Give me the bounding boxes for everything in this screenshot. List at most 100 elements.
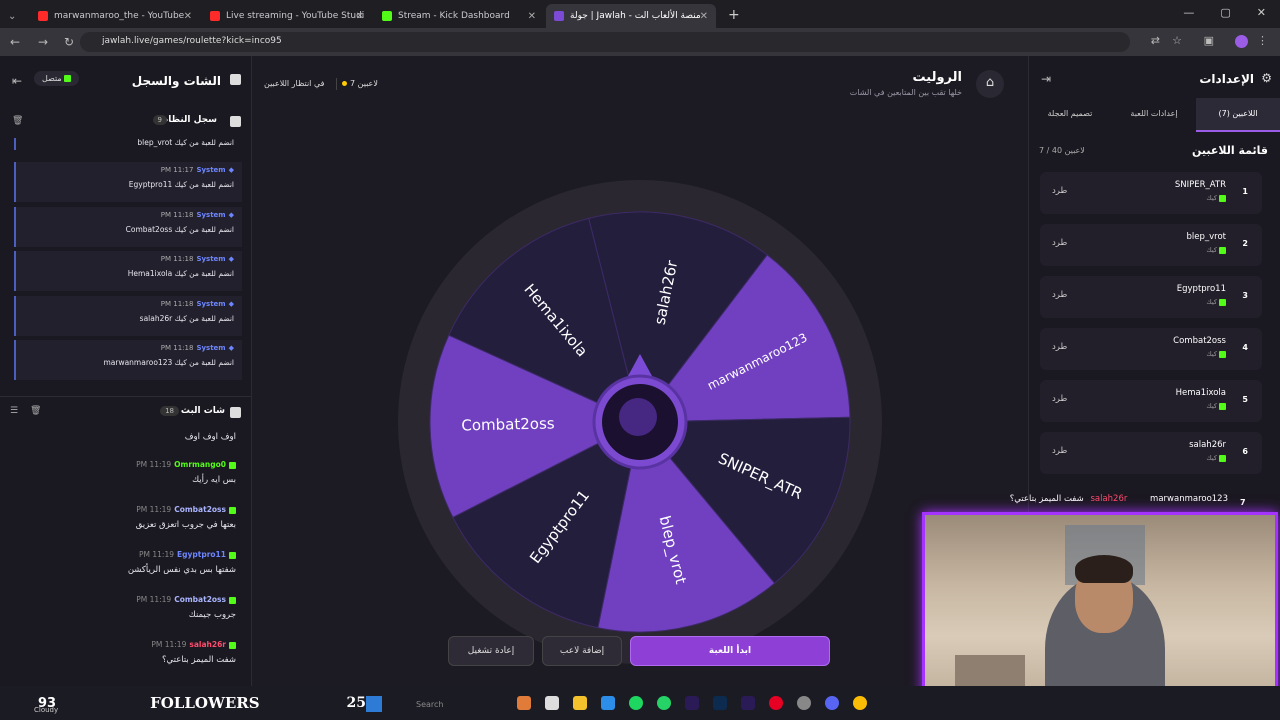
message-text: marwanmaroo123 انضم للعبة من كيك [103,358,234,367]
close-icon[interactable]: ✕ [528,11,536,22]
message-time: PM 11:17 [160,166,194,174]
chat-messages: PM 11:19 Omrmango0 بس ايه رأيك PM 11:19 Com… [0,460,252,685]
add-player-button[interactable]: إضافة لاعب [542,636,622,666]
close-icon[interactable]: ✕ [184,11,192,22]
system-log-list: PM 11:17 System ◆ Egyptpro11 انضم للعبة من … [14,162,242,385]
app-icon[interactable] [545,696,559,710]
message-user: System [196,210,226,219]
message-time: PM 11:19 [136,460,172,469]
players-count-text: 7 لاعبين [350,79,378,88]
forward-icon[interactable]: → [38,35,52,49]
system-message: PM 11:18 System ◆ Hema1ixola انضم للعبة من … [14,251,242,291]
message-user: Combat2oss [174,595,226,604]
spotify-icon[interactable] [629,696,643,710]
url-text: jawlah.live/games/roulette?kick=inco95 [102,36,282,46]
system-log-count: 9 [152,115,167,125]
system-message-partial: blep_vrot انضم للعبة من كيك [14,138,242,150]
tab-kick-dashboard[interactable]: Stream - Kick Dashboard ✕ [374,4,544,28]
tab-youtube-studio[interactable]: Live streaming - YouTube Studi ✕ [202,4,372,28]
tab-wheel-design[interactable]: تصميم العجلة [1028,98,1112,132]
profile-avatar[interactable] [1235,35,1248,48]
player-name: Egyptpro11 [1176,284,1226,294]
roulette-wheel[interactable]: salah26rmarwanmaroo123SNIPER_ATRblep_vro… [252,106,1028,666]
chat-message-partial: اوف اوف اوف [184,432,236,442]
app-icon[interactable] [797,696,811,710]
kick-icon [229,596,236,604]
whatsapp-icon[interactable] [657,696,671,710]
address-bar: ← → ↻ jawlah.live/games/roulette?kick=in… [0,28,1280,56]
settings-title: الإعدادات [1199,72,1254,86]
menu-icon[interactable]: ⋮ [1257,34,1268,47]
edge-icon[interactable] [601,696,615,710]
tab-players[interactable]: اللاعبين (7) [1196,98,1280,132]
player-name: SNIPER_ATR [1174,180,1226,190]
panel-title: الشات والسجل [131,74,221,88]
reload-icon[interactable]: ↻ [64,35,78,49]
star-icon[interactable]: ☆ [1172,34,1182,47]
stream-chat-overlay: شفت الميمز بتاعتي؟ salah26r marwanmaroo1… [922,494,1278,512]
back-icon[interactable]: ← [10,35,24,49]
restart-button[interactable]: إعادة تشغيل [448,636,534,666]
streamer-hair [1075,555,1133,583]
pinterest-icon[interactable] [769,696,783,710]
player-row: 4 Combat2oss كيك طرد [1040,328,1262,370]
message-time: PM 11:19 [136,595,172,604]
tab-game-settings[interactable]: إعدادات اللعبة [1112,98,1196,132]
start-game-button[interactable]: ابدأ اللعبة [630,636,830,666]
kick-player-button[interactable]: طرد [1052,186,1067,196]
player-platform: كيك [1206,454,1226,462]
tab-jawlah[interactable]: جولة | Jawlah - منصة الألعاب الت ✕ [546,4,716,28]
collapse-panel-icon[interactable]: ⇥ [1041,72,1051,86]
taskbar-search[interactable]: Search [416,700,443,709]
home-button[interactable]: ⌂ [976,70,1004,98]
kick-player-button[interactable]: طرد [1052,290,1067,300]
message-user: Egyptpro11 [177,550,226,559]
tab-search-icon[interactable]: ⌄ [0,11,28,28]
taskbar: 93 Cloudy FOLLOWERS 250 Search [0,686,1280,720]
new-tab-button[interactable]: + [716,7,740,28]
close-icon[interactable]: ✕ [356,11,364,22]
photoshop-icon[interactable] [713,696,727,710]
kick-player-button[interactable]: طرد [1052,238,1067,248]
chrome-icon[interactable] [853,696,867,710]
translate-icon[interactable]: ⇄ [1151,34,1160,47]
extensions-icon[interactable]: ▣ [1204,34,1214,47]
chat-message: PM 11:19 Omrmango0 بس ايه رأيك [0,460,252,505]
player-platform: كيك [1206,194,1226,202]
minimize-button[interactable]: — [1183,6,1194,19]
kick-player-button[interactable]: طرد [1052,394,1067,404]
after-effects-icon[interactable] [741,696,755,710]
app-icon[interactable] [517,696,531,710]
message-time: PM 11:19 [139,550,174,559]
message-user: salah26r [189,640,226,649]
url-input[interactable]: jawlah.live/games/roulette?kick=inco95 [80,32,1130,52]
overlay-user: marwanmaroo123 [1150,494,1228,504]
player-platform: كيك [1206,350,1226,358]
windows-start-icon[interactable] [366,696,382,712]
message-user: System [196,166,226,174]
close-icon[interactable]: ✕ [700,11,708,22]
chat-message: PM 11:19 Combat2oss بعتها في جروب اتعزق تع… [0,505,252,550]
folder-icon[interactable] [573,696,587,710]
maximize-button[interactable]: ▢ [1220,6,1230,19]
tab-youtube[interactable]: marwanmaroo_the - YouTube ✕ [30,4,200,28]
kick-icon [1219,298,1226,306]
message-text: بس ايه رأيك [192,475,236,485]
overlay-user-secondary: salah26r [1090,494,1128,504]
kick-icon [229,551,236,559]
premiere-icon[interactable] [685,696,699,710]
kick-icon [229,461,236,469]
close-window-button[interactable]: ✕ [1257,6,1266,19]
tab-title: marwanmaroo_the - YouTube [54,11,185,21]
message-text: شفتها بس بدي نفس الريأكشن [127,565,236,575]
message-text: salah26r انضم للعبة من كيك [139,313,234,323]
kick-player-button[interactable]: طرد [1052,446,1067,456]
player-row: 5 Hema1ixola كيك طرد [1040,380,1262,422]
player-name: Hema1ixola [1175,388,1226,398]
collapse-panel-icon[interactable]: ⇤ [12,74,22,88]
discord-icon[interactable] [825,696,839,710]
trash-icon[interactable]: 🗑 [12,116,23,126]
kick-player-button[interactable]: طرد [1052,342,1067,352]
status-text: متصل [42,74,62,83]
youtube-icon [210,11,220,21]
